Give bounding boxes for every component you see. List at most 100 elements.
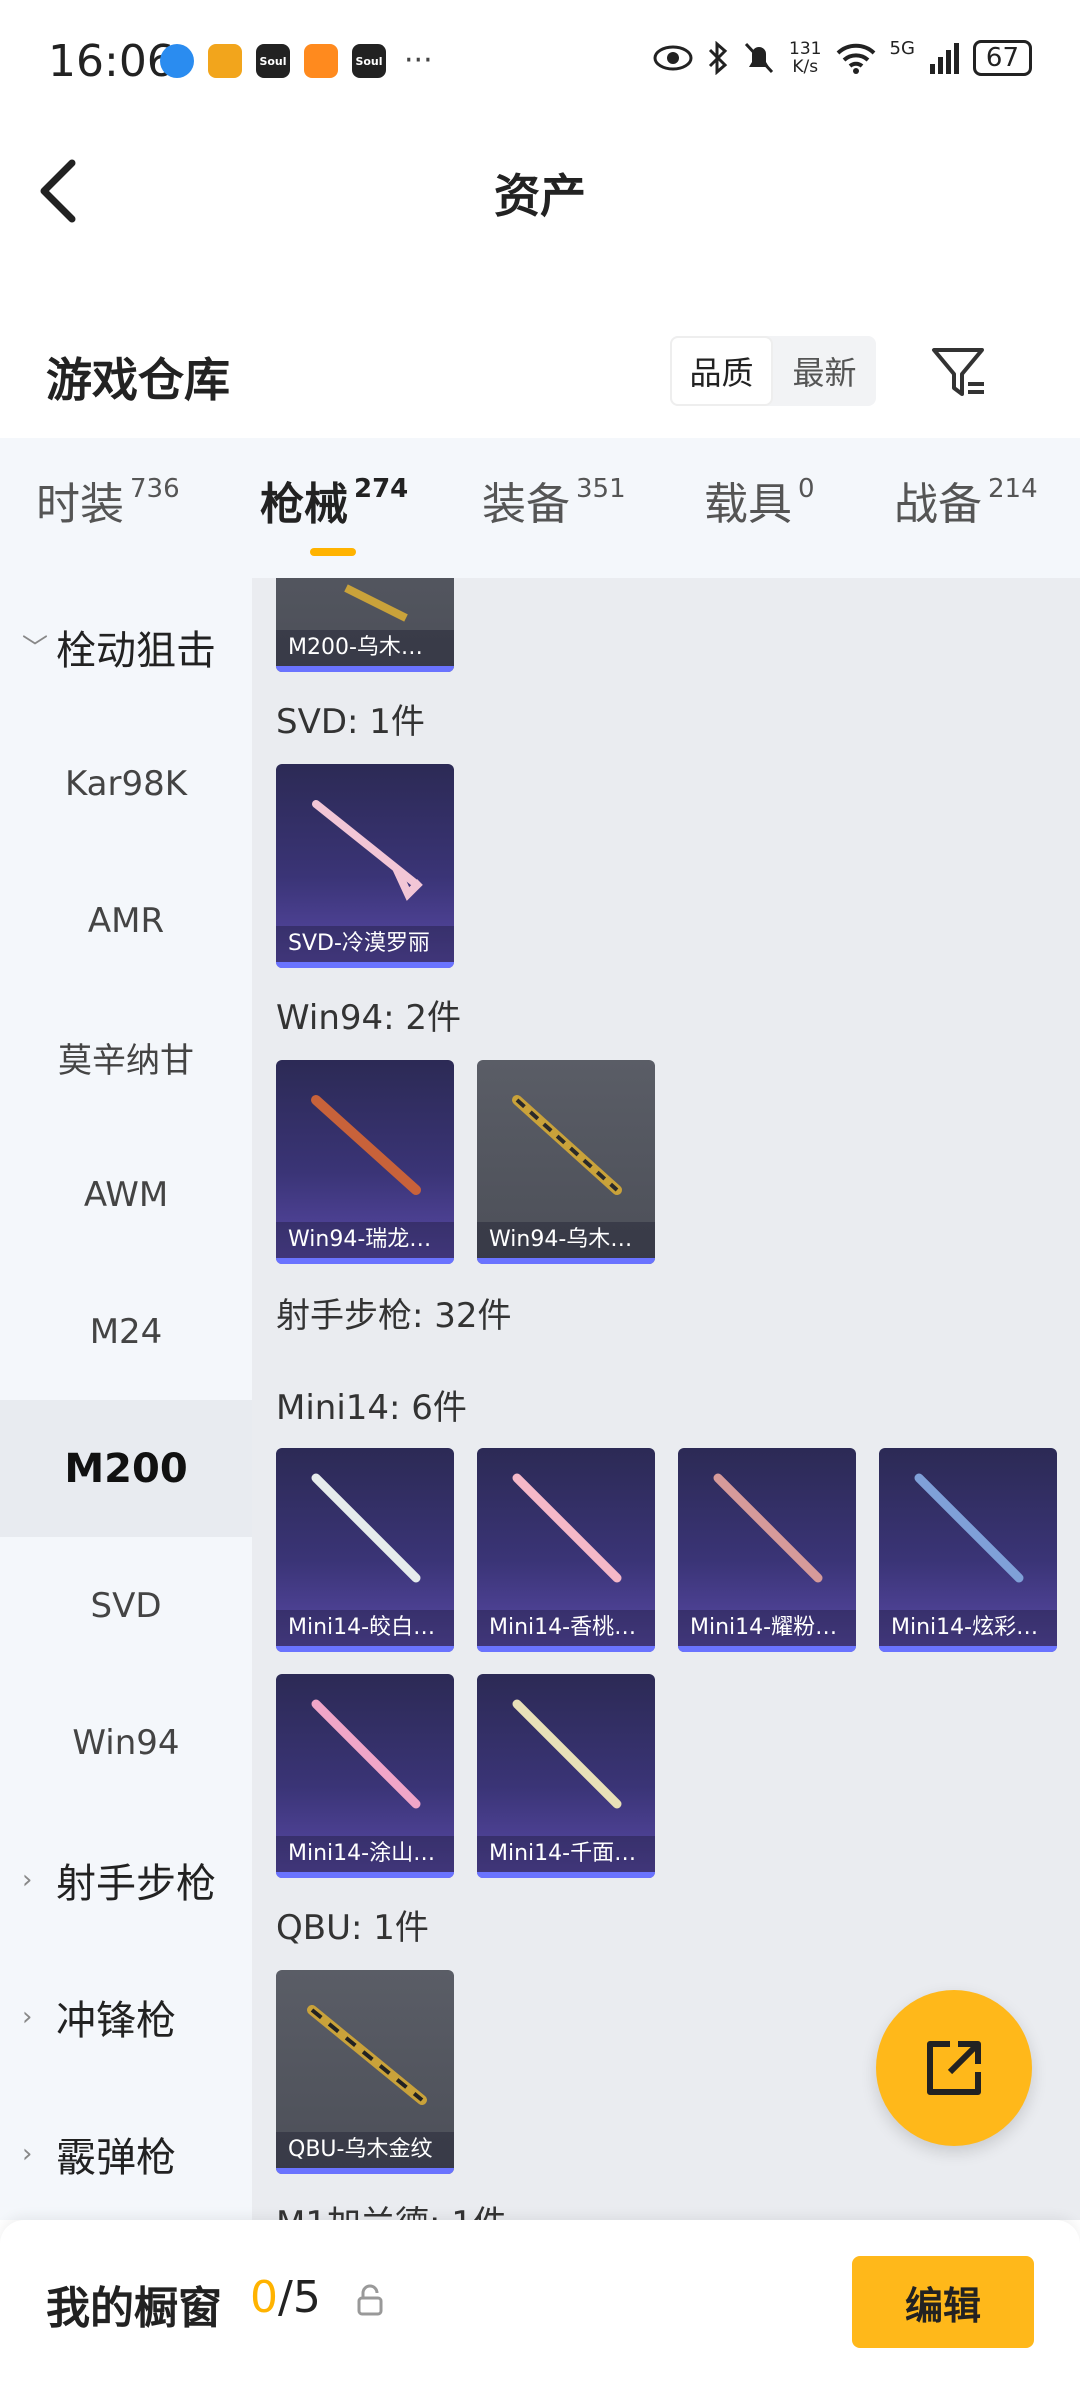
- weapon-card-svd[interactable]: SVD-冷漠罗丽: [276, 764, 454, 968]
- rifle-icon: [512, 1473, 622, 1583]
- soul-app-icon: Soul: [256, 44, 290, 78]
- active-tab-indicator: [310, 548, 356, 556]
- chevron-right-icon: ›: [22, 2001, 33, 2032]
- rifle-icon: [914, 1473, 1024, 1583]
- quality-bar: [276, 666, 454, 672]
- tab-label: 时装: [36, 479, 124, 530]
- tab-count: 214: [988, 474, 1038, 505]
- sidebar-item-win94[interactable]: Win94: [0, 1674, 252, 1811]
- weapon-card-name: Mini14-千面…: [477, 1836, 655, 1872]
- wifi-icon: [836, 43, 875, 74]
- sidebar-item-label: 霰弹枪: [56, 2134, 176, 2181]
- showcase-bar: 我的橱窗 0/5 编辑: [0, 2220, 1080, 2382]
- net-speed-unit: K/s: [792, 57, 819, 77]
- tab-label: 载具: [704, 479, 792, 530]
- tab-supplies[interactable]: 战备 214: [894, 468, 1038, 532]
- weapon-card-win94-1[interactable]: Win94-瑞龙…: [276, 1060, 454, 1264]
- eye-icon: [653, 45, 693, 71]
- tab-guns[interactable]: 枪械 274: [260, 468, 408, 532]
- signal-icon: [929, 43, 959, 74]
- rifle-icon: [307, 2005, 427, 2105]
- tab-label: 枪械: [260, 479, 348, 530]
- tab-count: 274: [354, 474, 409, 505]
- rifle-icon: [344, 584, 408, 622]
- sidebar-item-kar98k[interactable]: Kar98K: [0, 715, 252, 852]
- win94-count-label: Win94: 2件: [276, 998, 462, 1038]
- weapon-grid: M200-乌木… SVD: 1件 SVD-冷漠罗丽 Win94: 2件 Win9…: [252, 578, 1080, 2220]
- weapon-card-qbu[interactable]: QBU-乌木金纹: [276, 1970, 454, 2174]
- rifle-icon: [512, 1699, 622, 1809]
- gamepad-app-icon: [304, 44, 338, 78]
- weapon-card-name: Mini14-香桃…: [477, 1610, 655, 1646]
- sidebar-group-shotgun[interactable]: › 霰弹枪: [0, 2085, 252, 2220]
- mini14-count-label: Mini14: 6件: [276, 1388, 467, 1428]
- sidebar-item-amr[interactable]: AMR: [0, 852, 252, 989]
- weapon-card-mini14-4[interactable]: Mini14-炫彩…: [879, 1448, 1057, 1652]
- warehouse-header: 游戏仓库 品质 最新: [0, 320, 1080, 438]
- network-type: 5G: [889, 37, 915, 59]
- sidebar-item-label: 射手步枪: [56, 1860, 216, 1907]
- weapon-card-win94-2[interactable]: Win94-乌木…: [477, 1060, 655, 1264]
- tab-label: 装备: [482, 479, 570, 530]
- page-title: 资产: [494, 169, 586, 223]
- weapon-type-sidebar: ﹀ 栓动狙击 Kar98K AMR 莫辛纳甘 AWM M24 M200 SVD W…: [0, 578, 252, 2220]
- status-time: 16:06: [48, 36, 175, 87]
- sidebar-group-smg[interactable]: › 冲锋枪: [0, 1948, 252, 2085]
- tab-label: 战备: [894, 479, 982, 530]
- rifle-icon: [311, 1699, 421, 1809]
- game-app-icon: [208, 44, 242, 78]
- quality-bar: [477, 1258, 655, 1264]
- weapon-card-m200[interactable]: M200-乌木…: [276, 578, 454, 672]
- marksman-count-label: 射手步枪: 32件: [276, 1296, 512, 1336]
- weapon-card-mini14-6[interactable]: Mini14-千面…: [477, 1674, 655, 1878]
- sort-newest-button[interactable]: 最新: [773, 336, 876, 406]
- bluetooth-icon: [708, 41, 728, 75]
- sidebar-group-marksman[interactable]: › 射手步枪: [0, 1811, 252, 1948]
- sidebar-item-m24[interactable]: M24: [0, 1263, 252, 1400]
- top-nav-header: 资产: [0, 120, 1080, 260]
- m1-count-label: M1加兰德: 1件: [276, 2196, 507, 2220]
- weapon-card-mini14-2[interactable]: Mini14-香桃…: [477, 1448, 655, 1652]
- weapon-card-name: SVD-冷漠罗丽: [276, 926, 454, 962]
- sidebar-item-m200[interactable]: M200: [0, 1400, 252, 1537]
- weapon-card-mini14-1[interactable]: Mini14-皎白…: [276, 1448, 454, 1652]
- share-fab-button[interactable]: [876, 1990, 1032, 2146]
- category-tabs: 时装 736 枪械 274 装备 351 载具 0 战备 214: [0, 438, 1080, 578]
- quality-bar: [276, 2168, 454, 2174]
- quality-bar: [276, 1646, 454, 1652]
- quality-bar: [879, 1646, 1057, 1652]
- quality-bar: [276, 962, 454, 968]
- chevron-down-icon: ﹀: [22, 634, 49, 664]
- sidebar-item-awm[interactable]: AWM: [0, 1126, 252, 1263]
- tab-fashion[interactable]: 时装 736: [36, 468, 180, 532]
- status-app-icons: Soul Soul ···: [160, 44, 433, 78]
- rifle-icon: [311, 1473, 421, 1583]
- showcase-count: 0/5: [250, 2272, 321, 2323]
- rifle-icon: [713, 1473, 823, 1583]
- quality-bar: [477, 1872, 655, 1878]
- weapon-card-mini14-3[interactable]: Mini14-耀粉…: [678, 1448, 856, 1652]
- warehouse-title: 游戏仓库: [46, 353, 230, 407]
- quality-bar: [477, 1646, 655, 1652]
- sort-toggle: 品质 最新: [670, 336, 876, 406]
- quality-bar: [678, 1646, 856, 1652]
- sidebar-item-label: 栓动狙击: [56, 627, 216, 674]
- tab-equipment[interactable]: 装备 351: [482, 468, 626, 532]
- sidebar-item-mosin[interactable]: 莫辛纳甘: [0, 989, 252, 1126]
- sidebar-group-bolt-action[interactable]: ﹀ 栓动狙击: [0, 578, 252, 715]
- net-speed-value: 131: [789, 39, 822, 59]
- tab-count: 351: [576, 474, 626, 505]
- edit-button[interactable]: 编辑: [852, 2256, 1034, 2348]
- tab-vehicles[interactable]: 载具 0: [704, 468, 815, 532]
- more-notifications-icon: ···: [404, 43, 433, 78]
- soul-app-icon-2: Soul: [352, 44, 386, 78]
- battery-indicator: 67: [972, 40, 1032, 76]
- tab-count: 736: [130, 474, 180, 505]
- rifle-icon: [312, 800, 423, 901]
- sort-quality-button[interactable]: 品质: [670, 336, 773, 406]
- weapon-card-mini14-5[interactable]: Mini14-涂山…: [276, 1674, 454, 1878]
- weapon-card-name: QBU-乌木金纹: [276, 2132, 454, 2168]
- filter-button[interactable]: [928, 340, 992, 404]
- sidebar-item-svd[interactable]: SVD: [0, 1537, 252, 1674]
- showcase-count-current: 0: [250, 2272, 278, 2323]
